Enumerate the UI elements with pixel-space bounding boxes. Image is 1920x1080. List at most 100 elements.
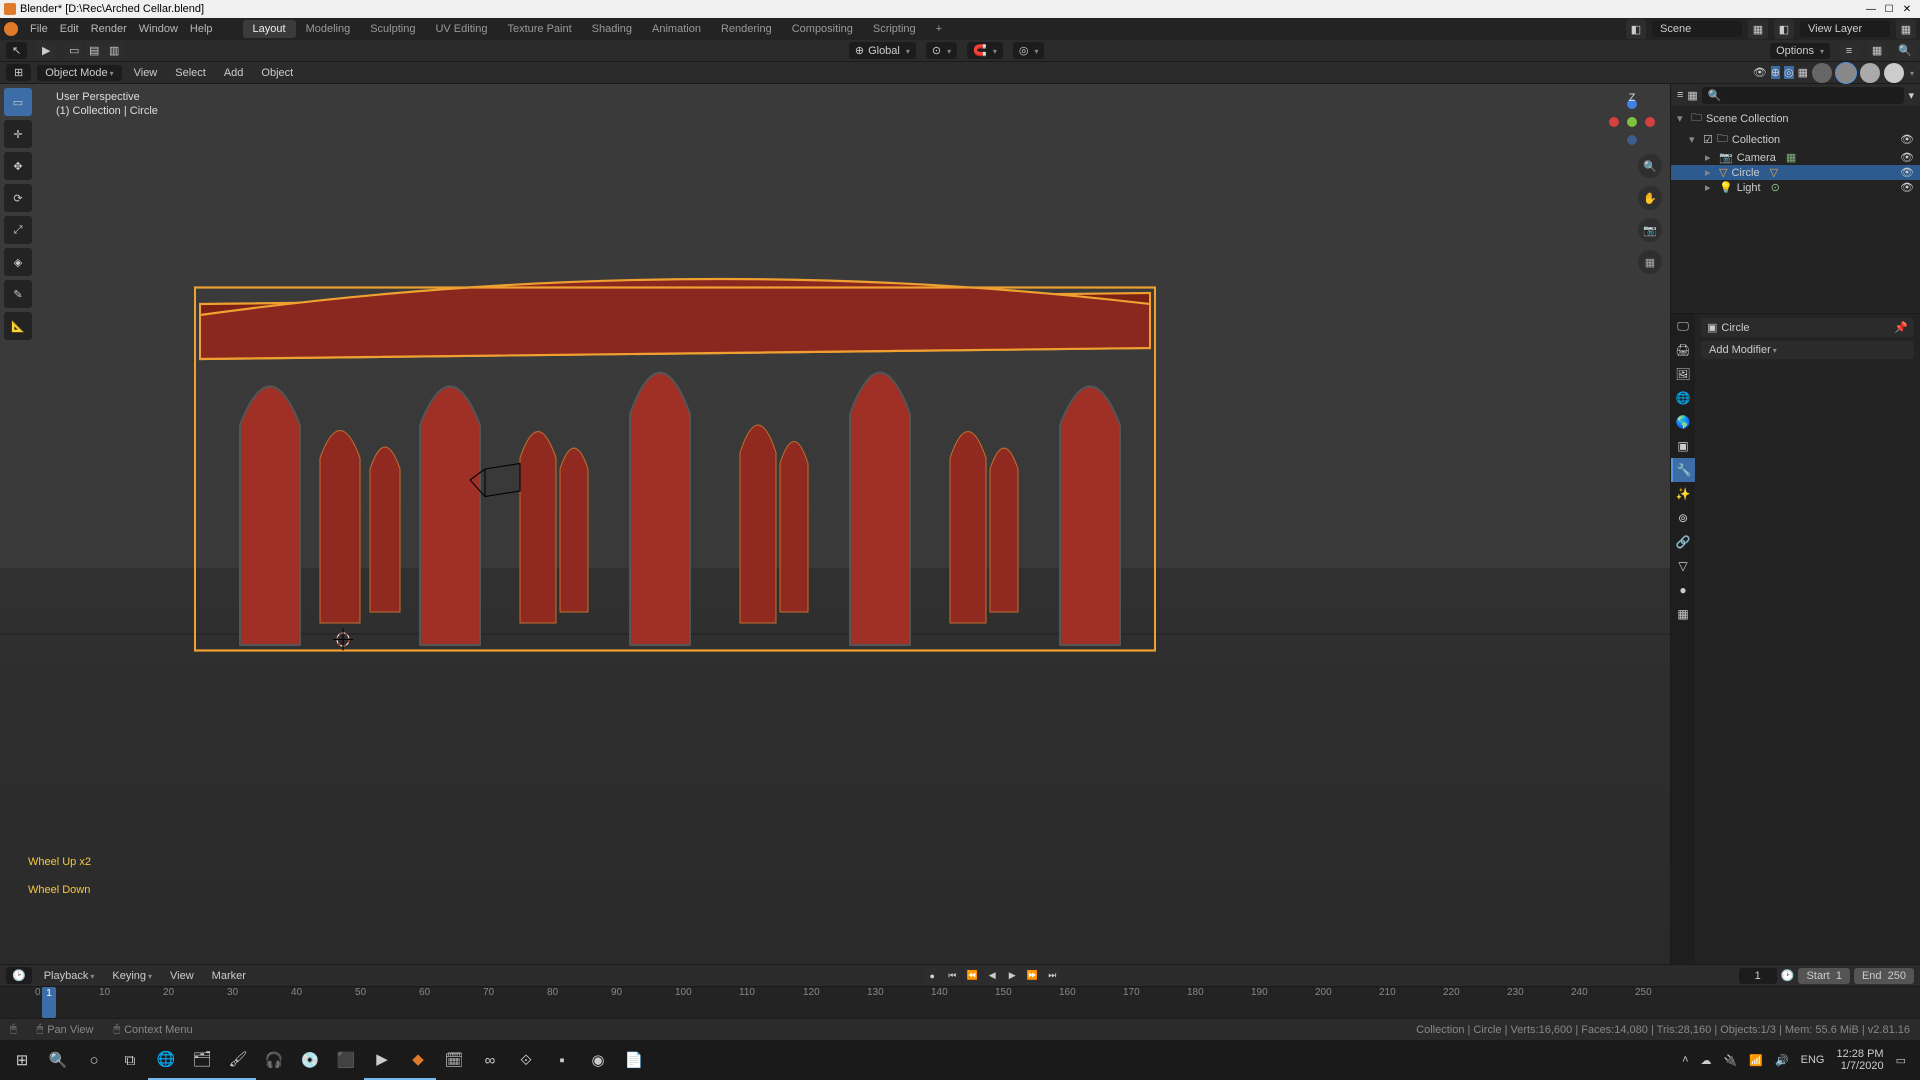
tray-power-icon[interactable]: 🔌 xyxy=(1724,1054,1738,1067)
view-icon[interactable]: ▦ xyxy=(1868,42,1886,60)
outliner-editor-icon[interactable]: ≡ xyxy=(1677,89,1683,101)
taskbar-app3[interactable]: 🖌 xyxy=(220,1040,256,1080)
shading-dropdown[interactable] xyxy=(1908,67,1914,79)
prop-tab-texture[interactable]: ▦ xyxy=(1671,602,1695,626)
cortana-icon[interactable]: ○ xyxy=(76,1040,112,1080)
visibility-icon[interactable]: 👁 xyxy=(1753,66,1767,79)
orientation-dropdown[interactable]: ⊕ Global xyxy=(849,42,916,59)
snap-dropdown[interactable]: 🧲 xyxy=(967,42,1003,59)
menu-help[interactable]: Help xyxy=(184,23,219,35)
shading-matprev[interactable] xyxy=(1860,63,1880,83)
taskbar-word[interactable]: 📄 xyxy=(616,1040,652,1080)
tool-annotate[interactable]: ✎ xyxy=(4,280,32,308)
tool-scale[interactable]: ⤢ xyxy=(4,216,32,244)
scene-field[interactable]: Scene xyxy=(1652,21,1742,37)
maximize-button[interactable]: ☐ xyxy=(1880,4,1898,15)
workspace-rendering[interactable]: Rendering xyxy=(711,20,782,38)
preview-range-icon[interactable]: 🕑 xyxy=(1781,969,1795,982)
search-icon[interactable]: 🔍 xyxy=(1896,42,1914,60)
close-button[interactable]: ✕ xyxy=(1898,4,1916,15)
timeline-keying[interactable]: Keying xyxy=(106,970,158,982)
frame-end-input[interactable]: End 250 xyxy=(1854,968,1914,984)
viewport-menu-view[interactable]: View xyxy=(128,67,164,79)
tool-cursor[interactable]: ✛ xyxy=(4,120,32,148)
keyframe-next-button[interactable]: ⏩ xyxy=(1023,968,1041,984)
tray-clock[interactable]: 12:28 PM1/7/2020 xyxy=(1837,1048,1884,1072)
taskbar-chrome[interactable]: ◉ xyxy=(580,1040,616,1080)
workspace-animation[interactable]: Animation xyxy=(642,20,711,38)
prop-breadcrumb[interactable]: ▣Circle 📌 xyxy=(1701,318,1914,337)
select-mode3-icon[interactable]: ▥ xyxy=(105,42,123,60)
scene-new-button[interactable]: ▦ xyxy=(1748,19,1768,39)
nav-gizmo[interactable]: Z xyxy=(1602,92,1662,152)
prop-tab-object[interactable]: ▣ xyxy=(1671,434,1695,458)
prop-tab-output[interactable]: 🖨 xyxy=(1671,338,1695,362)
pivot-dropdown[interactable]: ⊙ xyxy=(926,42,957,59)
taskbar-app4[interactable]: 🎧 xyxy=(256,1040,292,1080)
tray-network-icon[interactable]: 📶 xyxy=(1749,1054,1763,1067)
jump-start-button[interactable]: ⏮ xyxy=(943,968,961,984)
camera-view-icon[interactable]: 📷 xyxy=(1638,218,1662,242)
taskbar-app7[interactable]: ▶ xyxy=(364,1040,400,1080)
shading-wireframe[interactable] xyxy=(1812,63,1832,83)
blender-logo-icon[interactable] xyxy=(4,22,18,36)
viewlayer-field[interactable]: View Layer xyxy=(1800,21,1890,37)
jump-end-button[interactable]: ⏭ xyxy=(1043,968,1061,984)
scene-browser-icon[interactable]: ◧ xyxy=(1626,19,1646,39)
outliner-scene-collection[interactable]: ▾🗀Scene Collection xyxy=(1671,108,1920,129)
timeline[interactable]: 0102030405060708090100110120130140150160… xyxy=(0,986,1920,1018)
tray-language[interactable]: ENG xyxy=(1801,1054,1825,1066)
viewport-menu-add[interactable]: Add xyxy=(218,67,250,79)
prop-tab-modifier[interactable]: 🔧 xyxy=(1671,458,1695,482)
viewlayer-browser-icon[interactable]: ◧ xyxy=(1774,19,1794,39)
minimize-button[interactable]: — xyxy=(1862,4,1880,15)
timeline-marker[interactable]: Marker xyxy=(206,970,252,982)
tool-transform[interactable]: ◈ xyxy=(4,248,32,276)
xray-icon[interactable]: ▦ xyxy=(1798,66,1808,79)
prop-tab-physics[interactable]: ⊚ xyxy=(1671,506,1695,530)
overlay-icon[interactable]: ◎ xyxy=(1784,66,1794,79)
tray-chevron-icon[interactable]: ˄ xyxy=(1682,1054,1688,1066)
taskbar-blender[interactable]: ◆ xyxy=(400,1040,436,1080)
current-frame-input[interactable]: 1 xyxy=(1739,968,1777,984)
autokey-icon[interactable]: ● xyxy=(923,968,941,984)
prop-tab-data[interactable]: ▽ xyxy=(1671,554,1695,578)
frame-start-input[interactable]: Start 1 xyxy=(1798,968,1849,984)
select-mode2-icon[interactable]: ▤ xyxy=(85,42,103,60)
workspace-compositing[interactable]: Compositing xyxy=(782,20,863,38)
prop-tab-world[interactable]: 🌎 xyxy=(1671,410,1695,434)
workspace-uv[interactable]: UV Editing xyxy=(425,20,497,38)
prop-tab-viewlayer[interactable]: 🖼 xyxy=(1671,362,1695,386)
editor-type-icon[interactable]: ⊞ xyxy=(6,64,31,81)
prop-tab-render[interactable]: 🖵 xyxy=(1671,314,1695,338)
prop-tab-material[interactable]: ● xyxy=(1671,578,1695,602)
gizmo-overlay-icon[interactable]: ⊕ xyxy=(1771,66,1780,79)
shading-rendered[interactable] xyxy=(1884,63,1904,83)
start-button[interactable]: ⊞ xyxy=(4,1040,40,1080)
taskbar-app9[interactable]: 🗓 xyxy=(436,1040,472,1080)
outliner-search[interactable]: 🔍 xyxy=(1702,87,1905,104)
tool-move[interactable]: ✥ xyxy=(4,152,32,180)
tray-onedrive-icon[interactable]: ☁ xyxy=(1701,1054,1712,1067)
menu-file[interactable]: File xyxy=(24,23,54,35)
taskbar-vs[interactable]: ∞ xyxy=(472,1040,508,1080)
outliner-filter-icon[interactable]: ▾ xyxy=(1908,89,1914,102)
taskbar-explorer[interactable]: 🗂 xyxy=(184,1040,220,1080)
taskbar-app6[interactable]: ⬛ xyxy=(328,1040,364,1080)
shading-solid[interactable] xyxy=(1836,63,1856,83)
filter-icon[interactable]: ≡ xyxy=(1840,42,1858,60)
viewport-menu-object[interactable]: Object xyxy=(255,67,299,79)
prop-tab-scene[interactable]: 🌐 xyxy=(1671,386,1695,410)
search-button[interactable]: 🔍 xyxy=(40,1040,76,1080)
menu-window[interactable]: Window xyxy=(133,23,184,35)
playhead[interactable]: 1 xyxy=(42,987,56,1018)
workspace-layout[interactable]: Layout xyxy=(243,20,296,38)
prop-tab-constraint[interactable]: 🔗 xyxy=(1671,530,1695,554)
play-icon[interactable]: ▶ xyxy=(37,42,55,60)
outliner-mode-icon[interactable]: ▦ xyxy=(1687,89,1697,102)
viewport-menu-select[interactable]: Select xyxy=(169,67,212,79)
menu-render[interactable]: Render xyxy=(85,23,133,35)
workspace-shading[interactable]: Shading xyxy=(582,20,642,38)
play-button[interactable]: ▶ xyxy=(1003,968,1021,984)
proportional-dropdown[interactable]: ◎ xyxy=(1013,42,1045,59)
